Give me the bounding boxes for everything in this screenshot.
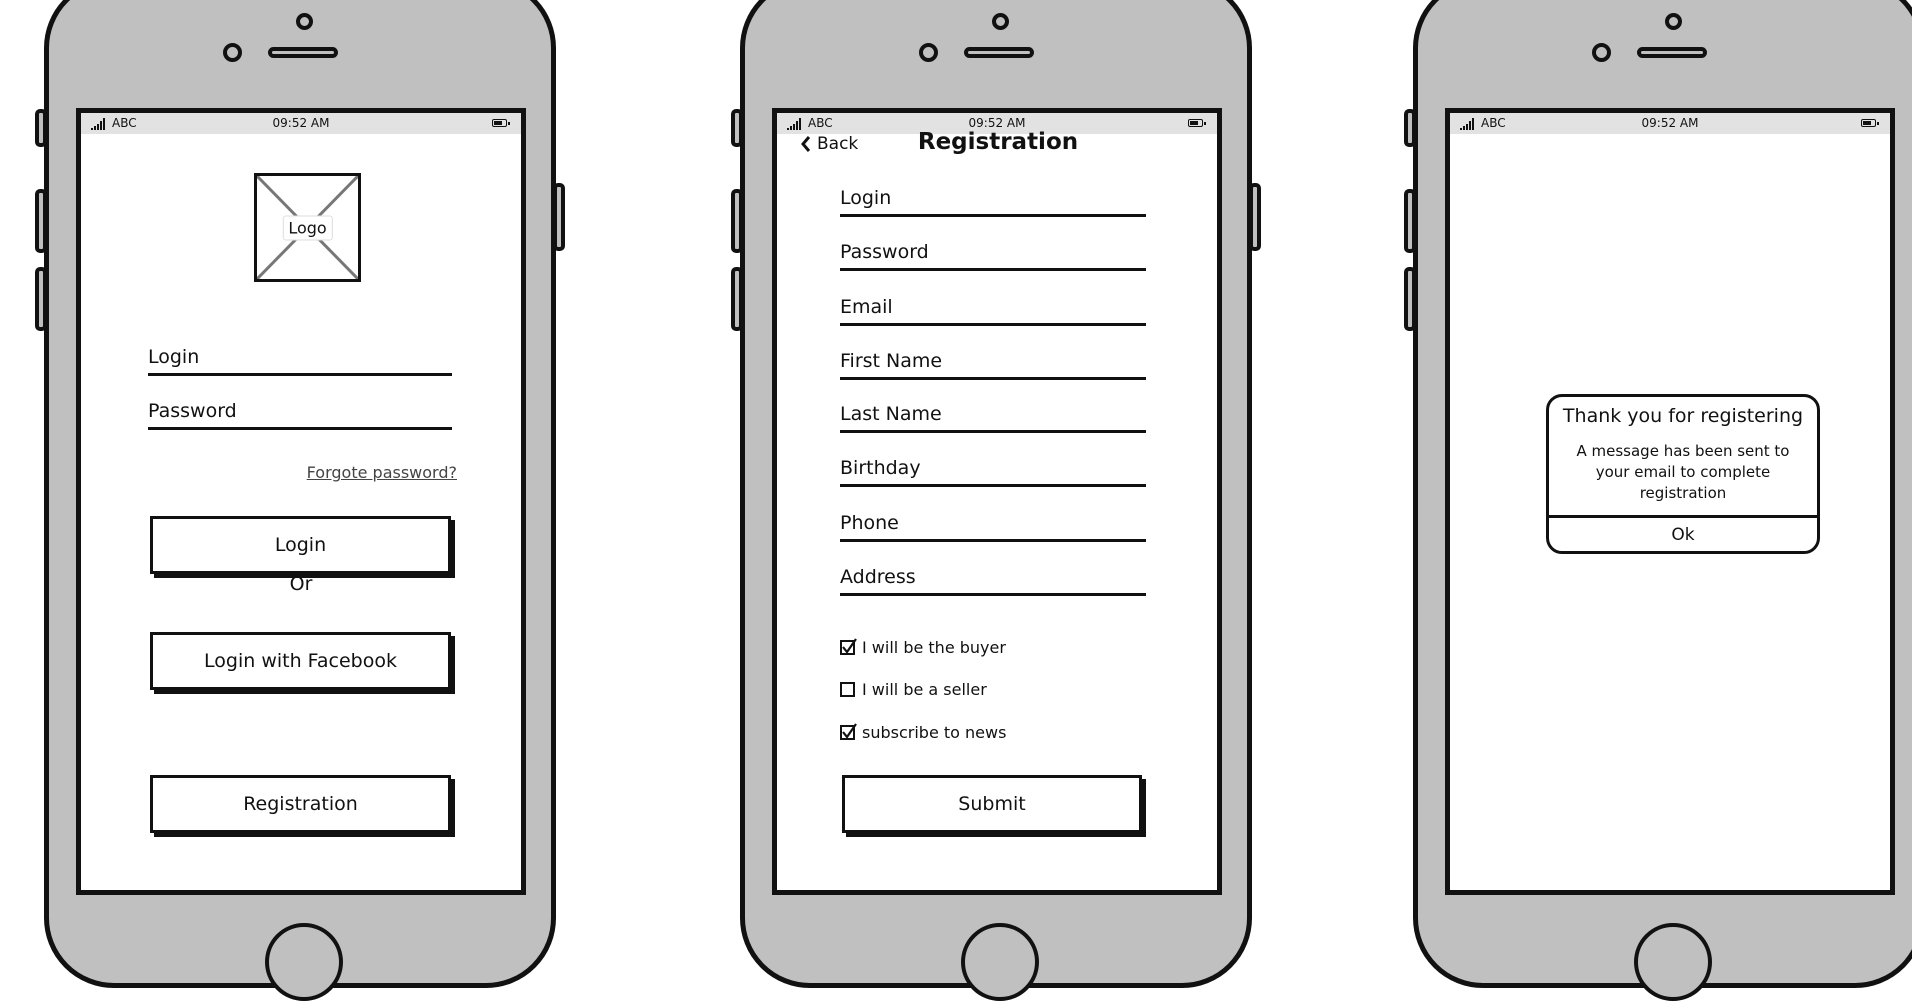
reg-password-label: Password — [840, 241, 929, 263]
check-icon — [842, 638, 857, 654]
front-camera — [1665, 13, 1682, 30]
power-button — [553, 183, 565, 251]
phone-confirmation: ABC 09:52 AM Thank you for registering A… — [1404, 0, 1912, 1001]
or-separator: Or — [289, 573, 313, 595]
proximity-sensor — [223, 43, 242, 62]
home-button[interactable] — [1634, 923, 1712, 1001]
reg-last-name-label: Last Name — [840, 403, 942, 425]
news-checkbox-label: subscribe to news — [862, 723, 1007, 742]
reg-first-name-label: First Name — [840, 350, 943, 372]
volume-down-button — [1404, 267, 1416, 331]
battery-icon — [1188, 119, 1206, 127]
seller-checkbox-label: I will be a seller — [862, 680, 987, 699]
password-field-label: Password — [148, 400, 237, 422]
login-field-label: Login — [148, 346, 200, 368]
reg-email-field[interactable]: Email — [840, 294, 1146, 326]
volume-down-button — [731, 267, 743, 331]
reg-address-field[interactable]: Address — [840, 564, 1146, 596]
volume-down-button — [35, 267, 47, 331]
buyer-checkbox-label: I will be the buyer — [862, 638, 1006, 657]
reg-login-field[interactable]: Login — [840, 185, 1146, 217]
home-button[interactable] — [961, 923, 1039, 1001]
mute-switch — [731, 109, 743, 147]
reg-last-name-field[interactable]: Last Name — [840, 401, 1146, 433]
status-bar: ABC 09:52 AM — [1450, 113, 1890, 134]
login-button[interactable]: Login — [150, 516, 451, 574]
reg-login-label: Login — [840, 187, 892, 209]
battery-icon — [1861, 119, 1879, 127]
seller-checkbox-row[interactable]: I will be a seller — [840, 680, 987, 699]
volume-up-button — [35, 189, 47, 253]
forgot-password-link[interactable]: Forgote password? — [307, 463, 457, 482]
earpiece-speaker — [268, 47, 338, 58]
front-camera — [992, 13, 1009, 30]
logo-placeholder: Logo — [254, 173, 361, 282]
login-screen: ABC 09:52 AM Logo Login Password Forgote… — [76, 108, 526, 895]
page-title: Registration — [917, 129, 1079, 155]
mute-switch — [35, 109, 47, 147]
reg-phone-field[interactable]: Phone — [840, 510, 1146, 542]
reg-email-label: Email — [840, 296, 893, 318]
phone-login: ABC 09:52 AM Logo Login Password Forgote… — [35, 0, 565, 1001]
confirmation-screen: ABC 09:52 AM Thank you for registering A… — [1445, 108, 1895, 895]
reg-birthday-label: Birthday — [840, 457, 921, 479]
volume-up-button — [1404, 189, 1416, 253]
reg-first-name-field[interactable]: First Name — [840, 348, 1146, 380]
facebook-button-label: Login with Facebook — [204, 650, 397, 672]
dialog-message: A message has been sent to your email to… — [1576, 442, 1790, 502]
front-camera — [296, 13, 313, 30]
dialog-title: Thank you for registering — [1562, 405, 1804, 427]
power-button — [1249, 183, 1261, 251]
submit-button[interactable]: Submit — [842, 775, 1142, 833]
news-checkbox[interactable] — [840, 723, 857, 740]
dialog-divider — [1549, 515, 1817, 518]
reg-phone-label: Phone — [840, 512, 899, 534]
proximity-sensor — [1592, 43, 1611, 62]
confirmation-dialog: Thank you for registering A message has … — [1546, 394, 1820, 554]
registration-screen: ABC 09:52 AM Back Registration Login Pas… — [772, 108, 1222, 895]
earpiece-speaker — [1637, 47, 1707, 58]
volume-up-button — [731, 189, 743, 253]
password-field[interactable]: Password — [148, 388, 452, 430]
reg-password-field[interactable]: Password — [840, 239, 1146, 271]
reg-birthday-field[interactable]: Birthday — [840, 455, 1146, 487]
login-button-label: Login — [274, 534, 327, 556]
mute-switch — [1404, 109, 1416, 147]
proximity-sensor — [919, 43, 938, 62]
home-button[interactable] — [265, 923, 343, 1001]
check-icon — [842, 723, 857, 739]
status-bar: ABC 09:52 AM — [81, 113, 521, 134]
buyer-checkbox-row[interactable]: I will be the buyer — [840, 638, 1006, 657]
ok-button[interactable]: Ok — [1549, 521, 1817, 549]
logo-label: Logo — [282, 215, 333, 240]
status-time: 09:52 AM — [1641, 116, 1699, 130]
battery-icon — [492, 119, 510, 127]
buyer-checkbox[interactable] — [840, 638, 857, 655]
reg-address-label: Address — [840, 566, 916, 588]
login-field[interactable]: Login — [148, 333, 452, 376]
earpiece-speaker — [964, 47, 1034, 58]
registration-button[interactable]: Registration — [150, 775, 451, 833]
phone-registration: ABC 09:52 AM Back Registration Login Pas… — [731, 0, 1261, 1001]
facebook-login-button[interactable]: Login with Facebook — [150, 632, 451, 690]
seller-checkbox[interactable] — [840, 682, 855, 697]
registration-button-label: Registration — [243, 793, 358, 815]
news-checkbox-row[interactable]: subscribe to news — [840, 723, 1006, 742]
submit-button-label: Submit — [958, 793, 1026, 815]
status-time: 09:52 AM — [272, 116, 330, 130]
